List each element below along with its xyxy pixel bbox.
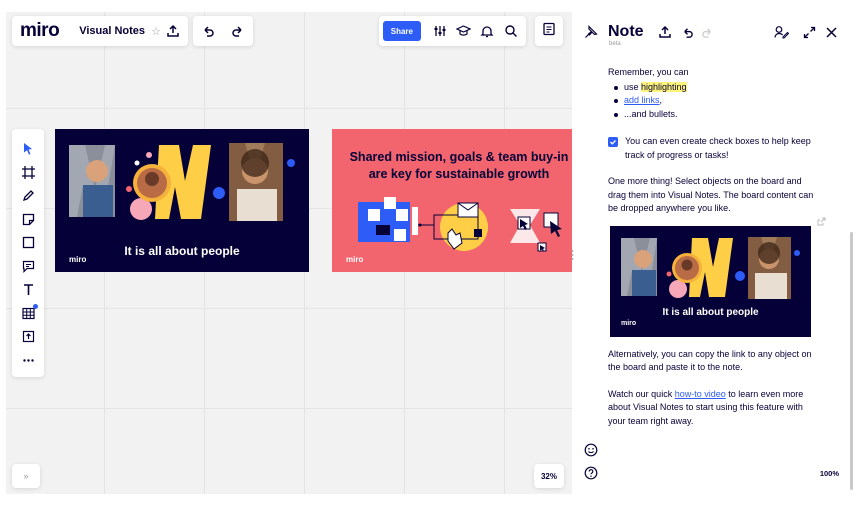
note-paragraph: Watch our quick how-to video to learn ev… xyxy=(608,388,818,429)
visual-notes-panel: Note beta Remember, you can use highligh… xyxy=(571,0,863,515)
checkbox-label: You can even create check boxes to help … xyxy=(625,136,811,160)
how-to-video-link[interactable]: how-to video xyxy=(675,389,726,399)
task-checkbox[interactable] xyxy=(608,137,618,147)
note-undo-icon[interactable] xyxy=(678,23,696,41)
notes-toggle-button[interactable] xyxy=(535,16,563,46)
mission-frame-logo: miro xyxy=(346,255,364,264)
notes-icon xyxy=(542,22,556,41)
mission-illustration xyxy=(358,197,562,252)
note-redo-icon[interactable] xyxy=(698,23,716,41)
people-frame-logo: miro xyxy=(69,255,87,264)
checkmark-icon xyxy=(610,140,616,145)
embedded-frame-image[interactable]: It is all about people miro xyxy=(610,225,811,337)
expand-note-icon[interactable] xyxy=(800,23,818,41)
text-tool-icon[interactable] xyxy=(17,278,39,302)
note-scrollbar[interactable] xyxy=(850,232,853,490)
new-badge xyxy=(33,303,38,309)
close-icon[interactable] xyxy=(822,23,840,41)
emoji-icon[interactable] xyxy=(584,443,598,457)
highlighted-text: highlighting xyxy=(641,81,687,92)
note-header: Note beta xyxy=(572,14,863,48)
frame-tool-icon[interactable] xyxy=(17,161,39,185)
comment-tool-icon[interactable] xyxy=(17,255,39,279)
checkbox-row: You can even create check boxes to help … xyxy=(608,135,818,162)
miro-logo[interactable]: miro xyxy=(20,20,60,42)
collaboration-bar: Share xyxy=(379,16,526,46)
list-item: use highlighting xyxy=(614,81,818,95)
add-links-link[interactable]: add links xyxy=(624,95,660,105)
list-item: add links, xyxy=(614,94,818,108)
note-paragraph: Alternatively, you can copy the link to … xyxy=(608,348,812,373)
board-name[interactable]: Visual Notes xyxy=(79,25,145,37)
beta-label: beta xyxy=(609,41,621,47)
note-zoom-level[interactable]: 100% xyxy=(820,469,839,478)
note-title: Note xyxy=(608,23,644,40)
expand-panel-button[interactable]: » xyxy=(12,464,40,488)
share-access-icon[interactable] xyxy=(772,23,790,41)
paragraph-text: Watch our quick xyxy=(608,388,675,399)
more-tools-icon[interactable] xyxy=(17,349,39,373)
mission-frame[interactable]: Shared mission, goals & team buy-in are … xyxy=(332,129,572,272)
bullet-text: use xyxy=(624,81,642,92)
bell-icon[interactable] xyxy=(476,20,498,42)
bullet-text: ...and bullets. xyxy=(624,108,678,119)
pen-tool-icon[interactable] xyxy=(17,184,39,208)
table-tool-icon[interactable] xyxy=(17,302,39,326)
note-bullet-list: use highlighting add links, ...and bulle… xyxy=(608,81,818,122)
sticky-note-tool-icon[interactable] xyxy=(17,208,39,232)
pin-icon[interactable] xyxy=(582,23,600,41)
star-icon[interactable]: ☆ xyxy=(151,25,161,38)
help-icon[interactable] xyxy=(584,466,598,480)
upload-tool-icon[interactable] xyxy=(17,325,39,349)
export-icon[interactable] xyxy=(656,23,674,41)
bullet-text: , xyxy=(659,95,663,105)
board-canvas[interactable]: miro Visual Notes ☆ Share It is all abou… xyxy=(6,12,572,494)
note-paragraph: One more thing! Select objects on the bo… xyxy=(608,176,814,213)
undo-redo-bar xyxy=(193,16,253,46)
embedded-frame-logo: miro xyxy=(621,320,637,327)
undo-icon[interactable] xyxy=(197,20,219,42)
settings-sliders-icon[interactable] xyxy=(429,20,451,42)
shape-tool-icon[interactable] xyxy=(17,231,39,255)
board-zoom-level[interactable]: 32% xyxy=(534,464,564,488)
tools-toolbar xyxy=(12,129,44,377)
search-icon[interactable] xyxy=(500,20,522,42)
embedded-frame-caption: It is all about people xyxy=(662,306,759,318)
redo-icon[interactable] xyxy=(227,20,249,42)
list-item: ...and bullets. xyxy=(614,108,818,122)
board-header: miro Visual Notes ☆ xyxy=(12,16,188,46)
share-button[interactable]: Share xyxy=(383,21,421,41)
people-frame-caption: It is all about people xyxy=(124,244,240,258)
select-tool-icon[interactable] xyxy=(17,137,39,161)
note-intro: Remember, you can xyxy=(608,67,689,77)
people-frame[interactable]: It is all about people miro xyxy=(55,129,309,272)
learning-cap-icon[interactable] xyxy=(453,20,475,42)
note-content-editor[interactable]: Remember, you can use highlighting add l… xyxy=(608,66,818,428)
embedded-people-illustration xyxy=(621,236,800,299)
upload-icon[interactable] xyxy=(162,20,184,42)
link-object-icon[interactable] xyxy=(816,214,827,232)
panel-resize-handle[interactable] xyxy=(571,248,574,260)
